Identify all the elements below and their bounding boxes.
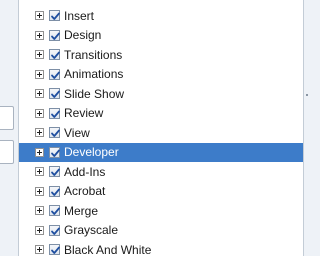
- checkmark-icon: [51, 188, 60, 196]
- checkmark-icon: [51, 149, 60, 157]
- tab-visibility-checkbox[interactable]: [49, 68, 60, 80]
- expand-plus-icon[interactable]: [35, 225, 44, 235]
- checkmark-icon: [51, 227, 60, 235]
- tree-item-grayscale[interactable]: Grayscale: [19, 221, 303, 241]
- move-down-button-edge[interactable]: [0, 140, 14, 164]
- tree-item-label: Acrobat: [64, 184, 106, 199]
- tree-item-label: Insert: [64, 8, 95, 23]
- tree-item-label: View: [64, 125, 90, 140]
- tree-item-merge[interactable]: Merge: [19, 201, 303, 221]
- tree-item-label: Add-Ins: [64, 164, 106, 179]
- tree-item-label: Black And White: [64, 242, 152, 256]
- splitter-grip[interactable]: [306, 94, 308, 96]
- tab-visibility-checkbox[interactable]: [49, 244, 60, 256]
- tree-item-black-and-white[interactable]: Black And White: [19, 240, 303, 256]
- tree-item-label: Slide Show: [64, 86, 125, 101]
- tab-visibility-checkbox[interactable]: [49, 205, 60, 217]
- tab-visibility-checkbox[interactable]: [49, 166, 60, 178]
- tree-item-label: Review: [64, 106, 104, 121]
- expand-plus-icon[interactable]: [35, 167, 44, 177]
- checkmark-icon: [51, 51, 60, 60]
- tree-item-review[interactable]: Review: [19, 104, 303, 124]
- tree-item-label: Grayscale: [64, 223, 119, 238]
- tree-item-add-ins[interactable]: Add-Ins: [19, 162, 303, 182]
- tree-item-label: Transitions: [64, 47, 123, 62]
- tab-visibility-checkbox[interactable]: [49, 107, 60, 119]
- tree-item-insert[interactable]: Insert: [19, 6, 303, 26]
- move-up-button-edge[interactable]: [0, 106, 14, 130]
- tree-item-transitions[interactable]: Transitions: [19, 45, 303, 65]
- expand-plus-icon[interactable]: [35, 128, 44, 138]
- checkmark-icon: [51, 246, 60, 255]
- expand-plus-icon[interactable]: [35, 206, 44, 216]
- expand-plus-icon[interactable]: [35, 245, 44, 255]
- checkmark-icon: [51, 71, 60, 79]
- tree-item-view[interactable]: View: [19, 123, 303, 143]
- tab-visibility-checkbox[interactable]: [49, 185, 60, 197]
- tab-visibility-checkbox[interactable]: [49, 49, 60, 61]
- checkmark-icon: [51, 168, 60, 177]
- expand-plus-icon[interactable]: [35, 11, 44, 21]
- tree-item-acrobat[interactable]: Acrobat: [19, 182, 303, 202]
- expand-plus-icon[interactable]: [35, 147, 44, 157]
- tree-list: Insert Design Transitions Animations Slide S…: [19, 6, 303, 256]
- tab-visibility-checkbox[interactable]: [49, 224, 60, 236]
- expand-plus-icon[interactable]: [35, 108, 44, 118]
- ribbon-tabs-tree[interactable]: Insert Design Transitions Animations Slide S…: [18, 0, 304, 256]
- checkmark-icon: [51, 12, 60, 21]
- tree-item-design[interactable]: Design: [19, 26, 303, 46]
- tree-item-slide-show[interactable]: Slide Show: [19, 84, 303, 104]
- checkmark-icon: [51, 32, 60, 40]
- checkmark-icon: [51, 207, 60, 216]
- tab-visibility-checkbox[interactable]: [49, 29, 60, 41]
- tree-item-animations[interactable]: Animations: [19, 65, 303, 85]
- expand-plus-icon[interactable]: [35, 30, 44, 40]
- checkmark-icon: [51, 90, 60, 99]
- checkmark-icon: [51, 129, 60, 138]
- tree-item-label: Design: [64, 28, 102, 43]
- checkmark-icon: [51, 110, 60, 118]
- expand-plus-icon[interactable]: [35, 186, 44, 196]
- tab-visibility-checkbox[interactable]: [49, 88, 60, 100]
- tree-item-developer[interactable]: Developer: [19, 142, 303, 162]
- tab-visibility-checkbox[interactable]: [49, 10, 60, 22]
- expand-plus-icon[interactable]: [35, 50, 44, 60]
- right-margin: [304, 0, 311, 256]
- expand-plus-icon[interactable]: [35, 89, 44, 99]
- tree-item-label: Developer: [64, 145, 119, 160]
- expand-plus-icon[interactable]: [35, 69, 44, 79]
- tab-visibility-checkbox[interactable]: [49, 127, 60, 139]
- tree-item-label: Animations: [64, 67, 124, 82]
- tab-visibility-checkbox[interactable]: [49, 146, 60, 158]
- tree-item-label: Merge: [64, 203, 99, 218]
